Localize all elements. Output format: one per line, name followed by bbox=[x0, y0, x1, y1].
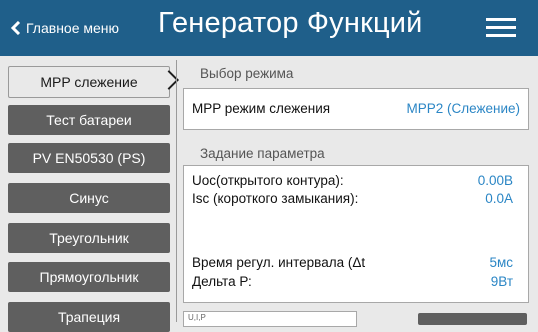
param-value-uoc[interactable]: 0.00В bbox=[478, 173, 513, 188]
bottom-input-text: U,I,P bbox=[188, 313, 206, 322]
sidebar-item-trapezoid[interactable]: Трапеция bbox=[8, 302, 170, 332]
sidebar-item-sine[interactable]: Синус bbox=[8, 183, 170, 213]
vertical-divider bbox=[176, 60, 177, 322]
sidebar-item-pv-en50530[interactable]: PV EN50530 (PS) bbox=[8, 143, 170, 173]
param-value-delta-p[interactable]: 9Вт bbox=[491, 274, 513, 289]
mode-label: MPP режим слежения bbox=[192, 101, 331, 116]
mode-value[interactable]: MPP2 (Слежение) bbox=[406, 101, 520, 116]
hamburger-menu-icon[interactable] bbox=[486, 16, 516, 40]
param-label-delta-p: Дельта Р: bbox=[192, 274, 252, 289]
params-panel: Uoc(открытого контура): 0.00В Isc (корот… bbox=[183, 165, 529, 303]
back-button-label: Главное меню bbox=[26, 20, 120, 36]
bottom-input-field[interactable]: U,I,P bbox=[183, 311, 357, 327]
param-value-isc[interactable]: 0.0A bbox=[485, 191, 513, 206]
sidebar-item-triangle[interactable]: Треугольник bbox=[8, 223, 170, 253]
sidebar-item-mpp[interactable]: MPP слежение bbox=[8, 66, 170, 98]
params-section-label: Задание параметра bbox=[200, 146, 325, 161]
param-label-interval: Время регул. интервала (Δt bbox=[192, 255, 366, 270]
param-label-isc: Isc (короткого замыкания): bbox=[192, 191, 359, 206]
back-button[interactable]: Главное меню bbox=[10, 14, 119, 42]
page-title: Генератор Функций bbox=[158, 7, 423, 39]
title-bar: Главное меню Генератор Функций bbox=[0, 0, 538, 56]
bottom-action-button[interactable] bbox=[418, 313, 527, 325]
sidebar-item-rectangle[interactable]: Прямоугольник bbox=[8, 262, 170, 292]
param-value-interval[interactable]: 5мс bbox=[489, 255, 513, 270]
param-label-uoc: Uoc(открытого контура): bbox=[192, 173, 344, 188]
mode-section-label: Выбор режима bbox=[200, 66, 294, 81]
chevron-left-icon bbox=[10, 21, 21, 35]
mode-panel[interactable]: MPP режим слежения MPP2 (Слежение) bbox=[183, 88, 529, 130]
sidebar-item-battery-test[interactable]: Тест батареи bbox=[8, 105, 170, 135]
sidebar: MPP слежение Тест батареи PV EN50530 (PS… bbox=[0, 56, 176, 332]
